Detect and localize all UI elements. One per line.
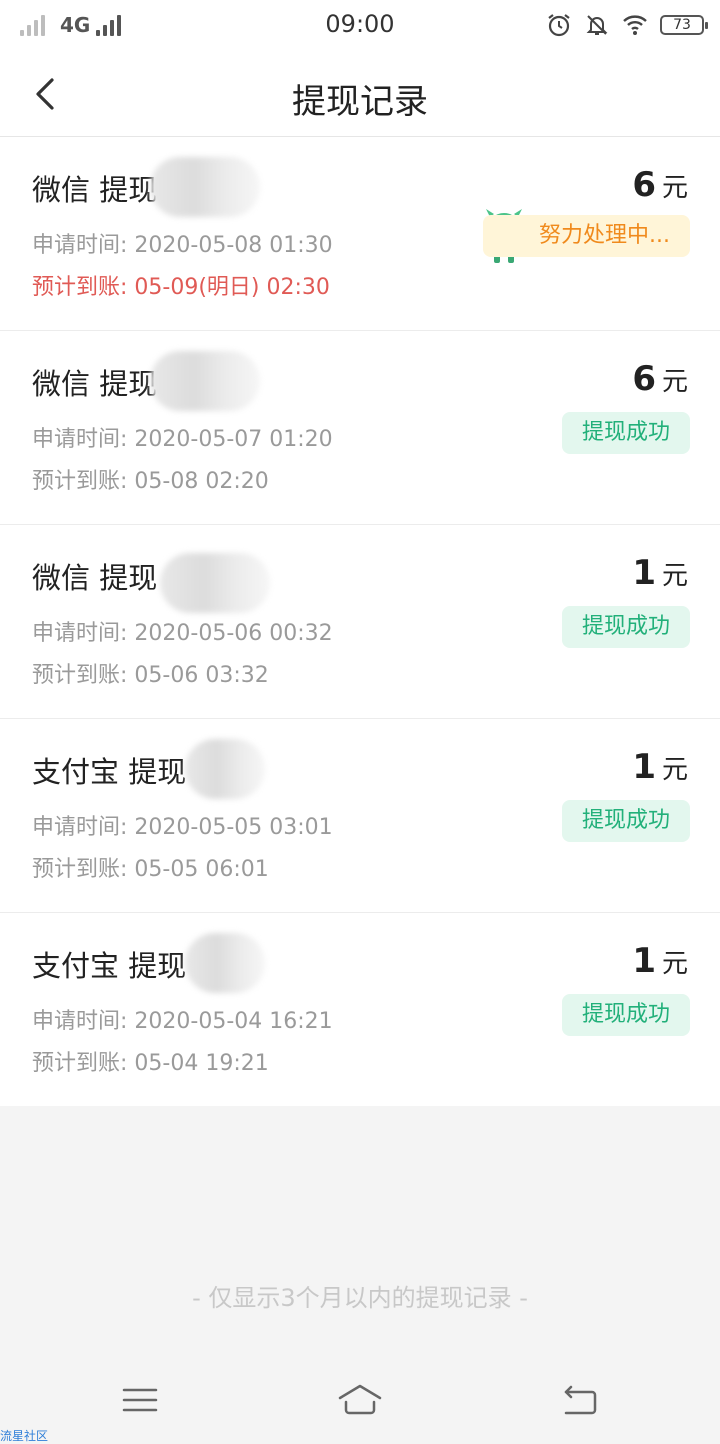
- apply-time: 申请时间: 2020-05-07 01:20: [32, 427, 333, 452]
- status-badge: 提现成功: [561, 994, 690, 1036]
- status-badge: 提现成功: [561, 606, 690, 648]
- record-title: 微信 提现: [32, 173, 158, 207]
- amount-unit: 元: [661, 949, 688, 979]
- blurred-account-mask: [150, 157, 260, 217]
- amount-unit: 元: [661, 173, 688, 203]
- amount-value: 1: [632, 553, 656, 593]
- page-title: 提现记录: [292, 82, 428, 122]
- status-badge: 提现成功: [561, 800, 690, 842]
- home-icon[interactable]: [336, 1380, 384, 1420]
- apply-time: 申请时间: 2020-05-04 16:21: [32, 1009, 333, 1034]
- mute-bell-icon: [586, 15, 608, 35]
- withdraw-record-list: 微信 提现 申请时间: 2020-05-08 01:30 预计到账: 05-09…: [0, 137, 720, 1106]
- apply-time: 申请时间: 2020-05-05 03:01: [32, 815, 333, 840]
- record-item[interactable]: 支付宝 提现 申请时间: 2020-05-04 16:21 预计到账: 05-0…: [0, 913, 720, 1106]
- record-item[interactable]: 微信 提现 申请时间: 2020-05-06 00:32 预计到账: 05-06…: [0, 525, 720, 719]
- alarm-icon: [548, 14, 570, 37]
- record-item[interactable]: 微信 提现 申请时间: 2020-05-08 01:30 预计到账: 05-09…: [0, 137, 720, 331]
- record-item[interactable]: 微信 提现 申请时间: 2020-05-07 01:20 预计到账: 05-08…: [0, 331, 720, 525]
- record-amount: 1元: [632, 553, 688, 593]
- nav-bar: 提现记录: [0, 52, 720, 137]
- amount-value: 1: [632, 941, 656, 981]
- back-nav-icon[interactable]: [560, 1380, 600, 1420]
- expected-arrival: 预计到账: 05-08 02:20: [32, 469, 269, 494]
- status-badge: 提现成功: [561, 412, 690, 454]
- watermark-text: 流星社区: [0, 1429, 49, 1443]
- record-title: 支付宝 提现: [32, 949, 187, 983]
- blurred-account-mask: [150, 351, 260, 411]
- status-badge: 努力处理中...: [483, 215, 690, 257]
- blurred-account-mask: [160, 553, 270, 613]
- wifi-icon: [623, 15, 647, 35]
- status-bar: 4G 09:00 73: [0, 0, 720, 52]
- amount-unit: 元: [661, 561, 688, 591]
- amount-value: 6: [632, 165, 656, 205]
- amount-unit: 元: [661, 755, 688, 785]
- record-title: 支付宝 提现: [32, 755, 187, 789]
- record-amount: 1元: [632, 941, 688, 981]
- amount-unit: 元: [661, 367, 688, 397]
- record-amount: 1元: [632, 747, 688, 787]
- apply-time: 申请时间: 2020-05-08 01:30: [32, 233, 333, 258]
- record-title: 微信 提现: [32, 367, 158, 401]
- system-nav-bar: [0, 1360, 720, 1440]
- record-amount: 6元: [632, 165, 688, 205]
- battery-icon: 73: [660, 15, 708, 35]
- expected-arrival: 预计到账: 05-04 19:21: [32, 1051, 269, 1076]
- menu-icon[interactable]: [120, 1380, 160, 1420]
- expected-arrival: 预计到账: 05-05 06:01: [32, 857, 269, 882]
- amount-value: 1: [632, 747, 656, 787]
- expected-arrival: 预计到账: 05-09(明日) 02:30: [32, 275, 330, 300]
- record-title: 微信 提现: [32, 561, 158, 595]
- record-amount: 6元: [632, 359, 688, 399]
- amount-value: 6: [632, 359, 656, 399]
- blurred-account-mask: [185, 739, 265, 799]
- apply-time: 申请时间: 2020-05-06 00:32: [32, 621, 333, 646]
- blurred-account-mask: [185, 933, 265, 993]
- expected-arrival: 预计到账: 05-06 03:32: [32, 663, 269, 688]
- history-range-note: - 仅显示3个月以内的提现记录 -: [192, 1284, 528, 1312]
- record-item[interactable]: 支付宝 提现 申请时间: 2020-05-05 03:01 预计到账: 05-0…: [0, 719, 720, 913]
